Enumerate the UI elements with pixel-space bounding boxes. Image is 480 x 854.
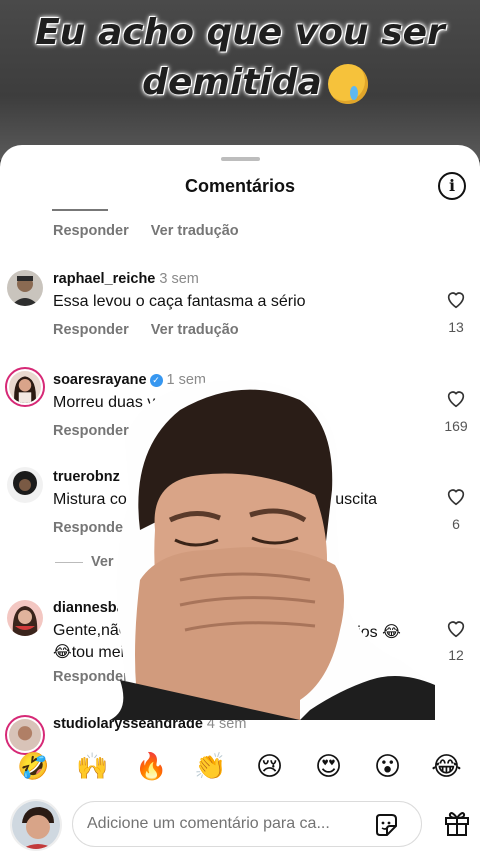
heart-icon[interactable] [445, 387, 467, 409]
heart-icon[interactable] [445, 288, 467, 310]
like-count: 6 [452, 516, 460, 532]
video-caption: Eu acho que vou ser demitida [0, 8, 480, 108]
avatar[interactable] [7, 270, 43, 306]
rofl-emoji-button[interactable]: 🤣 [14, 752, 54, 782]
reply-button[interactable]: Responder [53, 322, 129, 338]
clapping-emoji-button[interactable]: 👏 [191, 752, 231, 782]
tears-of-joy-emoji-button[interactable]: 😂 [427, 752, 467, 782]
caption-line-2: demitida [142, 62, 322, 103]
heart-icon[interactable] [445, 485, 467, 507]
see-translation-button[interactable]: Ver tradução [151, 322, 239, 338]
comment-input-bar [0, 795, 480, 854]
current-user-avatar[interactable] [10, 799, 62, 851]
comment-text: Essa levou o caça fantasma a sério [53, 293, 306, 310]
caption-line-1: Eu acho que vou ser [35, 12, 445, 53]
laughing-man-sticker [110, 380, 435, 720]
emoji-quick-bar: 🤣 🙌 🔥 👏 😢 😍 😮 😂 [0, 745, 480, 789]
heart-eyes-emoji-button[interactable]: 😍 [309, 752, 349, 782]
avatar[interactable] [5, 367, 45, 407]
fire-emoji-button[interactable]: 🔥 [132, 752, 172, 782]
avatar[interactable] [7, 600, 43, 636]
crying-face-icon [327, 64, 368, 104]
sheet-drag-handle[interactable] [221, 157, 260, 161]
raised-hands-emoji-button[interactable]: 🙌 [73, 752, 113, 782]
reply-row: Responder Ver tradução [53, 223, 257, 239]
gift-icon[interactable] [444, 809, 470, 837]
info-icon[interactable]: i [438, 172, 466, 200]
comment-time: 3 sem [159, 271, 199, 287]
like-count: 169 [444, 418, 468, 434]
partial-comment-text [52, 207, 112, 213]
comment-input[interactable] [87, 812, 357, 836]
comment-username[interactable]: raphael_reiche [53, 271, 155, 287]
sticker-icon[interactable] [373, 812, 399, 838]
reply-row: Responder Ver tradução [53, 322, 257, 338]
sheet-title: Comentários [184, 176, 296, 196]
avatar[interactable] [7, 467, 43, 503]
comment-input-container[interactable] [72, 801, 422, 847]
heart-icon[interactable] [445, 617, 467, 639]
crying-emoji-button[interactable]: 😢 [250, 752, 290, 782]
reply-button[interactable]: Responder [53, 223, 129, 239]
like-count: 12 [448, 647, 464, 663]
see-translation-button[interactable]: Ver tradução [151, 223, 239, 239]
like-count: 13 [448, 319, 464, 335]
surprised-emoji-button[interactable]: 😮 [368, 752, 408, 782]
